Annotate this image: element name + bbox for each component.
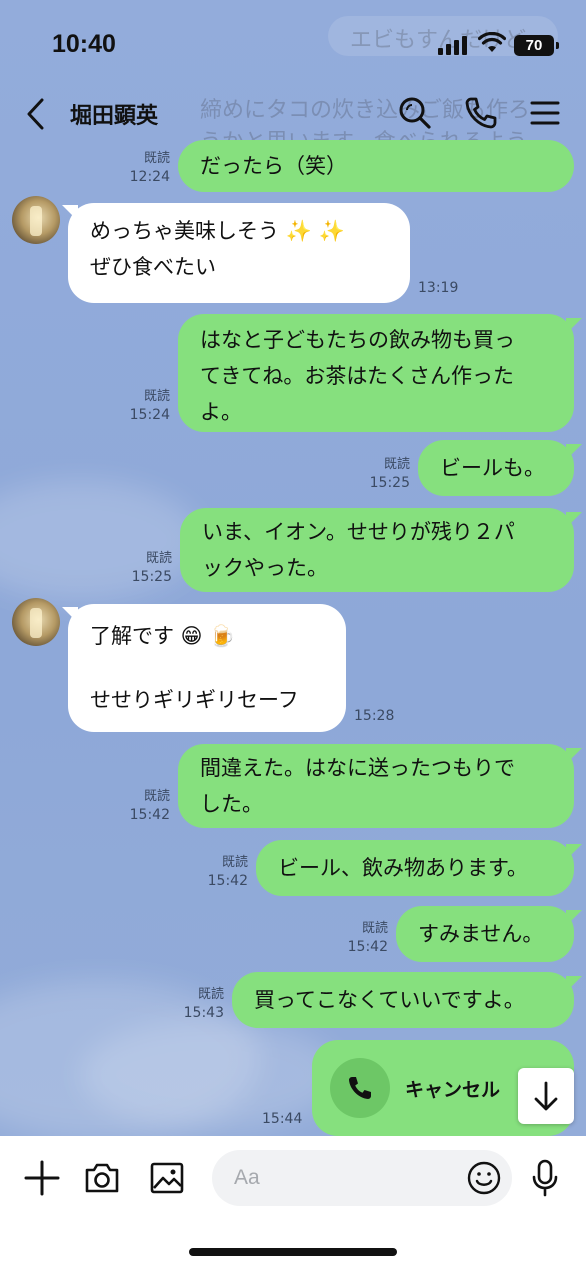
message-time: 15:28 <box>354 708 395 724</box>
message-bubble-out[interactable]: いま、イオン。せせりが残り２パ ックやった。 <box>180 508 574 592</box>
avatar[interactable] <box>12 598 60 646</box>
message-time: 15:25 <box>131 569 172 585</box>
status-time: 10:40 <box>52 30 116 58</box>
message-meta: 既読 15:25 <box>120 550 172 586</box>
menu-icon[interactable] <box>526 94 564 132</box>
message-line: めっちゃ美味しそう ✨ ✨ <box>90 219 345 243</box>
message-line: いま、イオン。せせりが残り２パ <box>202 520 515 544</box>
message-meta: 既読 15:42 <box>196 854 248 890</box>
message-line: ぜひ食べたい <box>90 255 216 279</box>
scroll-down-button[interactable] <box>518 1068 574 1124</box>
message-time: 15:42 <box>129 807 170 823</box>
message-meta: 既読 15:42 <box>336 920 388 956</box>
message-meta: 既読 15:25 <box>358 456 410 492</box>
message-bubble-out[interactable]: すみません。 <box>396 906 574 962</box>
emoji-icon[interactable] <box>466 1160 502 1196</box>
message-time: 15:24 <box>129 407 170 423</box>
phone-icon <box>349 1077 371 1099</box>
message-time: 15:25 <box>369 475 410 491</box>
message-bubble-out[interactable]: だったら（笑） <box>178 140 574 192</box>
status-bar: 10:40 70 <box>0 0 586 80</box>
read-receipt: 既読 <box>143 151 170 166</box>
message-line: 買ってこなくていいですよ。 <box>254 988 525 1012</box>
message-line: ビールも。 <box>440 456 545 480</box>
message-meta: 既読 15:42 <box>118 788 170 824</box>
read-receipt: 既読 <box>143 389 170 404</box>
call-status-label: キャンセル <box>405 1079 501 1101</box>
read-receipt: 既読 <box>361 921 388 936</box>
read-receipt: 既読 <box>221 855 248 870</box>
message-meta: 既読 15:24 <box>118 388 170 424</box>
message-time: 13:19 <box>418 280 459 296</box>
message-bubble-out[interactable]: ビールも。 <box>418 440 574 496</box>
message-line: ビール、飲み物あります。 <box>278 856 528 880</box>
read-receipt: 既読 <box>383 457 410 472</box>
message-line: よ。 <box>200 400 242 424</box>
message-line: ックやった。 <box>202 556 328 580</box>
message-bubble-out[interactable]: 間違えた。はなに送ったつもりで した。 <box>178 744 574 828</box>
message-line: 間違えた。はなに送ったつもりで <box>200 756 515 780</box>
read-receipt: 既読 <box>143 789 170 804</box>
read-receipt: 既読 <box>145 551 172 566</box>
signal-icon <box>438 36 467 55</box>
message-meta: 既読 15:43 <box>172 986 224 1022</box>
image-icon[interactable] <box>147 1158 187 1198</box>
message-time: 15:42 <box>207 873 248 889</box>
plus-icon[interactable] <box>22 1158 62 1198</box>
message-bubble-in[interactable]: めっちゃ美味しそう ✨ ✨ ぜひ食べたい <box>68 203 410 303</box>
message-bubble-in[interactable]: 了解です 😁 🍺 せせりギリギリセーフ <box>68 604 346 732</box>
message-bubble-out[interactable]: 買ってこなくていいですよ。 <box>232 972 574 1028</box>
message-line: はなと子どもたちの飲み物も買っ <box>200 328 515 352</box>
mic-icon[interactable] <box>530 1158 560 1198</box>
avatar[interactable] <box>12 196 60 244</box>
camera-icon[interactable] <box>82 1158 122 1198</box>
message-time: 15:42 <box>347 939 388 955</box>
message-line <box>90 654 324 682</box>
message-meta: 既読 12:24 <box>118 150 170 186</box>
home-indicator <box>189 1248 397 1256</box>
message-line: した。 <box>200 792 263 816</box>
message-time: 12:24 <box>129 169 170 185</box>
battery-indicator: 70 <box>514 35 559 56</box>
phone-icon[interactable] <box>462 94 500 132</box>
message-time: 15:43 <box>183 1005 224 1021</box>
message-bubble-out[interactable]: ビール、飲み物あります。 <box>256 840 574 896</box>
arrow-down-icon <box>534 1081 558 1111</box>
message-line: だったら（笑） <box>200 154 347 178</box>
message-input[interactable] <box>234 1160 464 1196</box>
search-icon[interactable] <box>396 94 434 132</box>
read-receipt: 既読 <box>197 987 224 1002</box>
call-icon-circle <box>330 1058 390 1118</box>
wifi-icon <box>478 32 506 52</box>
message-line: せせりギリギリセーフ <box>90 688 299 712</box>
message-time: 15:44 <box>262 1111 303 1127</box>
message-line: すみません。 <box>418 922 544 946</box>
message-bubble-out[interactable]: はなと子どもたちの飲み物も買っ てきてね。お茶はたくさん作った よ。 <box>178 314 574 432</box>
chevron-left-icon[interactable] <box>22 96 50 132</box>
contact-name[interactable]: 堀田顕英 <box>70 98 158 130</box>
message-line: 了解です 😁 🍺 <box>90 624 236 648</box>
message-line: てきてね。お茶はたくさん作った <box>200 364 514 388</box>
